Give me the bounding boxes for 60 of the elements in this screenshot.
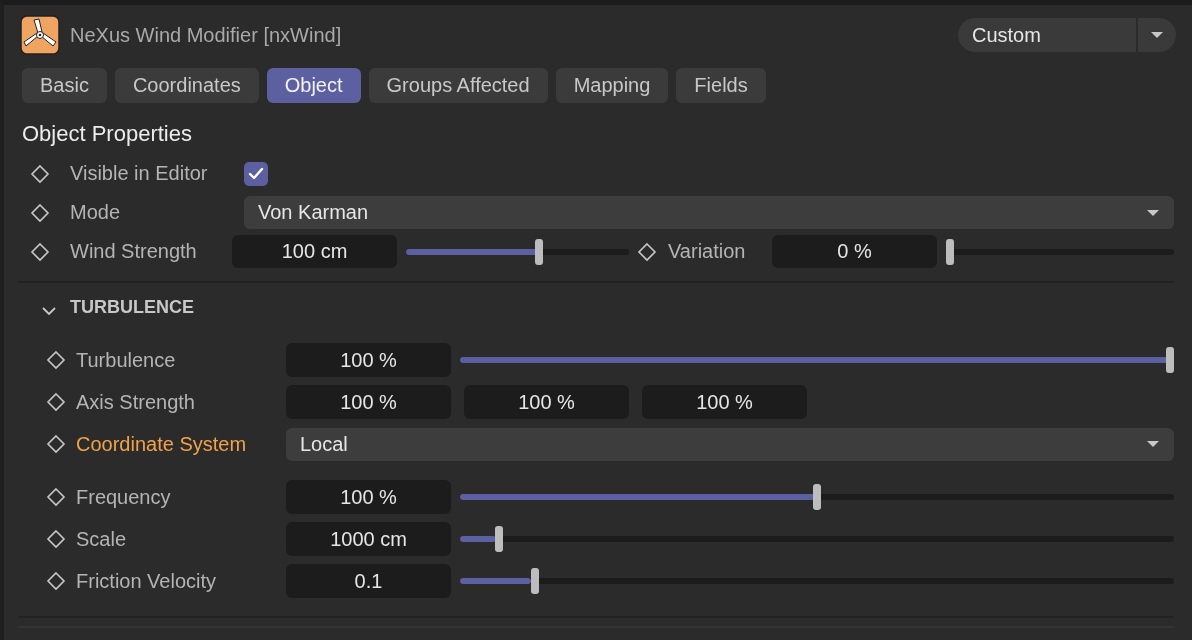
keyframe-diamond-icon[interactable] bbox=[46, 487, 66, 507]
number-field[interactable]: 0.1 bbox=[286, 564, 451, 598]
keyframe-diamond-icon[interactable] bbox=[30, 241, 50, 262]
slider-thumb[interactable] bbox=[495, 526, 504, 552]
number-field[interactable]: 100 % bbox=[286, 385, 451, 419]
group-header[interactable]: TURBULENCE bbox=[70, 296, 194, 318]
section-title: Object Properties bbox=[21, 120, 193, 148]
keyframe-diamond-icon[interactable] bbox=[30, 202, 50, 223]
slider[interactable] bbox=[406, 238, 629, 265]
tab[interactable]: Groups Affected bbox=[368, 68, 548, 103]
slider-thumb[interactable] bbox=[813, 484, 821, 510]
property-label: Scale bbox=[76, 527, 128, 551]
dropdown[interactable]: Local bbox=[286, 427, 1174, 461]
tab[interactable]: Coordinates bbox=[114, 68, 259, 103]
tab[interactable]: Fields bbox=[676, 68, 766, 103]
chevron-icon[interactable] bbox=[42, 306, 56, 316]
number-field[interactable]: 100 % bbox=[642, 385, 807, 419]
keyframe-diamond-icon[interactable] bbox=[46, 529, 66, 549]
property-label: Frequency bbox=[76, 485, 172, 509]
slider-thumb[interactable] bbox=[535, 238, 543, 265]
keyframe-diamond-icon[interactable] bbox=[637, 241, 657, 262]
property-label: Mode bbox=[70, 201, 122, 224]
property-label: Axis Strength bbox=[76, 390, 196, 414]
slider-thumb[interactable] bbox=[1166, 347, 1174, 373]
property-label: Coordinate System bbox=[76, 432, 248, 456]
tab[interactable]: Object bbox=[266, 68, 361, 103]
keyframe-diamond-icon[interactable] bbox=[46, 350, 66, 370]
slider-thumb[interactable] bbox=[530, 568, 539, 594]
checkbox[interactable] bbox=[244, 161, 268, 186]
caret-icon bbox=[1146, 208, 1160, 217]
property-label: Variation bbox=[668, 240, 747, 263]
property-label: Wind Strength bbox=[70, 240, 198, 263]
keyframe-diamond-icon[interactable] bbox=[46, 434, 66, 454]
number-field[interactable]: 100 % bbox=[286, 480, 451, 514]
tab[interactable]: Mapping bbox=[555, 68, 669, 103]
object-title: NeXus Wind Modifier [nxWind] bbox=[70, 23, 343, 47]
caret-icon bbox=[1146, 440, 1160, 448]
number-field[interactable]: 100 % bbox=[286, 343, 451, 377]
number-field[interactable]: 1000 cm bbox=[286, 522, 451, 556]
dropdown[interactable]: Von Karman bbox=[244, 196, 1174, 229]
preset-dropdown[interactable]: Custom bbox=[958, 18, 1176, 52]
slider[interactable] bbox=[946, 238, 1174, 265]
caret-icon bbox=[1150, 31, 1164, 39]
tab[interactable]: Basic bbox=[22, 68, 107, 103]
keyframe-diamond-icon[interactable] bbox=[46, 571, 66, 591]
checkmark-icon bbox=[248, 166, 264, 181]
property-label: Friction Velocity bbox=[76, 569, 218, 593]
keyframe-diamond-icon[interactable] bbox=[30, 163, 50, 184]
keyframe-diamond-icon[interactable] bbox=[46, 392, 66, 412]
property-label: Visible in Editor bbox=[70, 162, 209, 185]
propeller-logo-icon bbox=[20, 15, 60, 55]
slider[interactable] bbox=[460, 568, 1174, 594]
slider-thumb[interactable] bbox=[946, 238, 954, 265]
slider[interactable] bbox=[460, 484, 1174, 510]
number-field[interactable]: 100 cm bbox=[232, 235, 397, 268]
number-field[interactable]: 100 % bbox=[464, 385, 629, 419]
property-label: Turbulence bbox=[76, 348, 177, 372]
slider[interactable] bbox=[460, 526, 1174, 552]
number-field[interactable]: 0 % bbox=[772, 235, 937, 268]
slider[interactable] bbox=[460, 347, 1174, 373]
